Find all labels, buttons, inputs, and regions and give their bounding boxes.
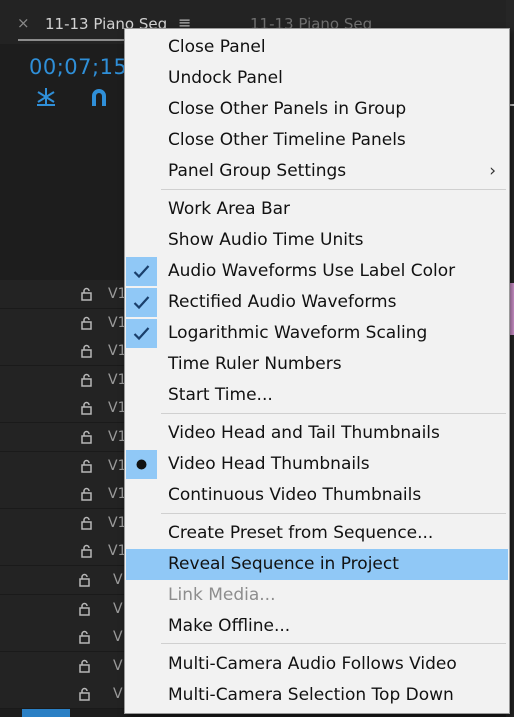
track-lock-icon[interactable] bbox=[81, 515, 92, 530]
track-header-row[interactable]: V1 bbox=[0, 423, 126, 452]
track-header-row[interactable]: V1 bbox=[0, 365, 126, 395]
track-lock-icon[interactable] bbox=[81, 372, 92, 387]
track-lock-icon[interactable] bbox=[81, 543, 92, 559]
track-lock-icon[interactable] bbox=[81, 486, 92, 501]
menu-item-make-offline[interactable]: Make Offline... bbox=[126, 611, 508, 642]
menu-separator bbox=[161, 413, 506, 414]
menu-item-label: Link Media... bbox=[168, 585, 276, 605]
menu-item-reveal-sequence-in-project[interactable]: Reveal Sequence in Project bbox=[126, 549, 508, 580]
track-header-row[interactable]: V1 bbox=[0, 508, 126, 538]
menu-item-video-head-thumbnails[interactable]: Video Head Thumbnails bbox=[126, 449, 508, 480]
track-header-row[interactable]: V1 bbox=[0, 537, 126, 567]
track-lock-icon[interactable] bbox=[81, 286, 92, 301]
menu-separator bbox=[161, 513, 506, 514]
menu-item-label: Multi-Camera Audio Follows Video bbox=[168, 654, 457, 674]
track-label[interactable]: V bbox=[113, 601, 123, 617]
track-lock-icon[interactable] bbox=[79, 629, 90, 644]
menu-item-work-area-bar[interactable]: Work Area Bar bbox=[126, 194, 508, 225]
track-lock-icon[interactable] bbox=[81, 315, 92, 330]
menu-item-label: Show Audio Time Units bbox=[168, 230, 364, 250]
track-label[interactable]: V bbox=[113, 658, 123, 674]
menu-item-undock-panel[interactable]: Undock Panel bbox=[126, 63, 508, 94]
track-label[interactable]: V bbox=[113, 572, 123, 588]
track-lock-icon[interactable] bbox=[79, 658, 90, 673]
menu-item-label: Create Preset from Sequence... bbox=[168, 523, 434, 543]
menu-item-label: Video Head and Tail Thumbnails bbox=[168, 423, 440, 443]
track-lock-icon[interactable] bbox=[81, 400, 92, 416]
menu-item-label: Audio Waveforms Use Label Color bbox=[168, 261, 456, 281]
track-lock-icon[interactable] bbox=[81, 343, 92, 358]
track-header-row[interactable]: V1 bbox=[0, 308, 126, 338]
track-header-row[interactable]: V1 bbox=[0, 394, 126, 424]
track-lock-icon[interactable] bbox=[79, 572, 90, 587]
menu-item-close-panel[interactable]: Close Panel bbox=[126, 32, 508, 63]
track-header-row[interactable]: V1 bbox=[0, 451, 126, 481]
menu-item-multi-camera-audio-follows-video[interactable]: Multi-Camera Audio Follows Video bbox=[126, 649, 508, 680]
menu-item-label: Rectified Audio Waveforms bbox=[168, 292, 397, 312]
checkmark-icon bbox=[126, 257, 157, 286]
track-lock-icon[interactable] bbox=[79, 601, 90, 616]
track-header-row[interactable]: V bbox=[0, 680, 125, 710]
menu-item-close-other-timeline-panels[interactable]: Close Other Timeline Panels bbox=[126, 125, 508, 156]
track-lock-icon[interactable] bbox=[81, 458, 92, 473]
menu-item-label: Work Area Bar bbox=[168, 199, 291, 219]
menu-item-label: Close Panel bbox=[168, 37, 266, 57]
menu-item-label: Panel Group Settings bbox=[168, 161, 347, 181]
tab-close-icon[interactable]: × bbox=[17, 14, 30, 32]
menu-item-panel-group-settings[interactable]: Panel Group Settings › bbox=[126, 156, 508, 187]
track-label[interactable]: V bbox=[113, 686, 123, 702]
menu-item-continuous-video-thumbnails[interactable]: Continuous Video Thumbnails bbox=[126, 480, 508, 511]
menu-item-label: Close Other Timeline Panels bbox=[168, 130, 406, 150]
track-header-row[interactable]: V bbox=[0, 566, 125, 595]
menu-item-multi-camera-selection-top-down[interactable]: Multi-Camera Selection Top Down bbox=[126, 680, 508, 711]
menu-item-create-preset-from-sequence[interactable]: Create Preset from Sequence... bbox=[126, 518, 508, 549]
menu-item-audio-waveforms-use-label-color[interactable]: Audio Waveforms Use Label Color bbox=[126, 256, 508, 287]
menu-item-start-time[interactable]: Start Time... bbox=[126, 380, 508, 411]
menu-item-label: Video Head Thumbnails bbox=[168, 454, 370, 474]
menu-item-label: Logarithmic Waveform Scaling bbox=[168, 323, 428, 343]
scroll-indicator[interactable] bbox=[22, 709, 70, 717]
submenu-arrow-icon: › bbox=[489, 161, 496, 181]
radio-dot-icon bbox=[126, 450, 157, 479]
menu-item-label: Start Time... bbox=[168, 385, 273, 405]
track-header-row[interactable]: V1 bbox=[0, 280, 126, 309]
menu-item-logarithmic-waveform-scaling[interactable]: Logarithmic Waveform Scaling bbox=[126, 318, 508, 349]
playhead-timecode[interactable]: 00;07;15; bbox=[29, 55, 135, 79]
menu-item-label: Continuous Video Thumbnails bbox=[168, 485, 422, 505]
menu-item-video-head-and-tail-thumbnails[interactable]: Video Head and Tail Thumbnails bbox=[126, 418, 508, 449]
track-label[interactable]: V bbox=[113, 629, 123, 645]
menu-item-rectified-audio-waveforms[interactable]: Rectified Audio Waveforms bbox=[126, 287, 508, 318]
track-header-row[interactable]: V1 bbox=[0, 337, 126, 367]
menu-item-close-other-panels-in-group[interactable]: Close Other Panels in Group bbox=[126, 94, 508, 125]
menu-item-show-audio-time-units[interactable]: Show Audio Time Units bbox=[126, 225, 508, 256]
track-headers: V1 V1 V1 V1 V1 V1 V1 V1 V1 V1 V V V V V bbox=[0, 280, 126, 717]
checkmark-icon bbox=[126, 319, 157, 348]
menu-item-label: Reveal Sequence in Project bbox=[168, 554, 399, 574]
checkmark-icon bbox=[126, 288, 157, 317]
menu-item-label: Time Ruler Numbers bbox=[168, 354, 342, 374]
menu-item-time-ruler-numbers[interactable]: Time Ruler Numbers bbox=[126, 349, 508, 380]
track-header-row[interactable]: V bbox=[0, 651, 125, 681]
menu-separator bbox=[161, 643, 506, 644]
panel-context-menu: Close Panel Undock Panel Close Other Panel… bbox=[124, 28, 510, 714]
track-header-row[interactable]: V bbox=[0, 623, 125, 653]
track-lock-icon[interactable] bbox=[79, 686, 90, 702]
menu-item-link-media: Link Media... bbox=[126, 580, 508, 611]
track-header-row[interactable]: V1 bbox=[0, 480, 126, 510]
menu-item-label: Undock Panel bbox=[168, 68, 283, 88]
track-header-row[interactable]: V bbox=[0, 594, 125, 624]
snap-magnet-icon[interactable] bbox=[88, 86, 110, 108]
menu-item-label: Make Offline... bbox=[168, 616, 291, 636]
menu-item-label: Close Other Panels in Group bbox=[168, 99, 407, 119]
insert-overwrite-sequence-icon[interactable] bbox=[35, 86, 57, 108]
track-lock-icon[interactable] bbox=[81, 429, 92, 444]
menu-item-label: Multi-Camera Selection Top Down bbox=[168, 685, 454, 705]
menu-separator bbox=[161, 189, 506, 190]
